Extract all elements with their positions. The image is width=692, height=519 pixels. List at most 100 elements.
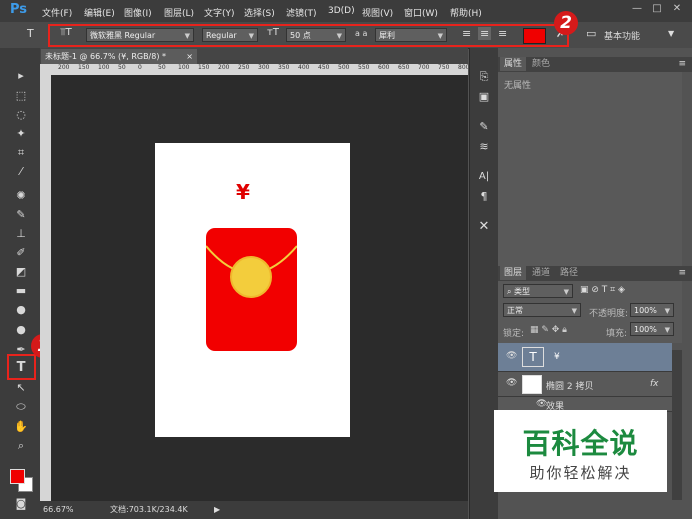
foreground-color-swatch[interactable] <box>10 469 25 484</box>
brush-panel-icon[interactable]: ✎ <box>477 120 491 134</box>
move-tool-icon[interactable]: ▸ <box>12 68 30 84</box>
quick-select-tool-icon[interactable]: ✦ <box>12 126 30 142</box>
ruler-mark: 550 <box>358 64 370 71</box>
menu-window[interactable]: 窗口(W) <box>404 6 438 19</box>
watermark-title: 百科全说 <box>522 427 639 460</box>
layer-name[interactable]: ¥ <box>554 352 560 362</box>
history-panel-icon[interactable]: ⎘ <box>477 70 491 84</box>
path-select-tool-icon[interactable]: ↖ <box>12 380 30 396</box>
menu-3d[interactable]: 3D(D) <box>328 6 355 16</box>
close-icon[interactable]: ✕ <box>668 3 686 17</box>
visibility-eye-icon[interactable]: 👁︎ <box>506 378 517 388</box>
ruler-mark: 100 <box>178 64 190 71</box>
layer-row-text[interactable]: 👁︎ T ¥ <box>498 343 672 372</box>
text-layer-thumbnail-icon: T <box>522 347 544 367</box>
marquee-tool-icon[interactable]: ⬚ <box>12 88 30 104</box>
watermark-subtitle: 助你轻松解决 <box>529 464 632 482</box>
ruler-mark: 450 <box>318 64 330 71</box>
brush-presets-icon[interactable]: ≋ <box>477 140 491 154</box>
workspace-label[interactable]: 基本功能 <box>604 29 640 42</box>
layer-name[interactable]: 椭圆 2 拷贝 <box>546 379 593 392</box>
fill-input[interactable]: 100% ▼ <box>630 322 674 336</box>
status-bar: 66.67% 文档:703.1K/234.4K ▶ <box>40 501 468 519</box>
type-tool-highlight-box <box>7 354 36 380</box>
eraser-tool-icon[interactable]: ◩ <box>12 264 30 280</box>
menu-edit[interactable]: 编辑(E) <box>84 6 115 19</box>
close-tab-icon[interactable]: × <box>186 49 193 64</box>
zoom-level[interactable]: 66.67% <box>43 501 74 519</box>
shape-layer-thumbnail-icon <box>522 375 542 394</box>
status-menu-arrow-icon[interactable]: ▶ <box>214 501 220 519</box>
menu-file[interactable]: 文件(F) <box>42 6 72 19</box>
opacity-input[interactable]: 100% ▼ <box>630 303 674 317</box>
gold-coin-shape[interactable] <box>230 256 272 298</box>
tools-panel: ▸ ⬚ ◌ ✦ ⌗ ⁄ ✺ ✎ ⊥ ✐ ◩ ▬ ● ● ✒ T ↖ ⬭ ✋ ⌕ … <box>0 48 41 519</box>
hand-tool-icon[interactable]: ✋ <box>12 419 30 435</box>
crop-tool-icon[interactable]: ⌗ <box>12 145 30 161</box>
minimize-icon[interactable]: — <box>628 3 646 17</box>
ruler-mark: 150 <box>198 64 210 71</box>
layer-filter-icons[interactable]: ▣ ⊘ T ⌗ ◈ <box>580 285 625 295</box>
menu-select[interactable]: 选择(S) <box>244 6 275 19</box>
ruler-mark: 700 <box>418 64 430 71</box>
gradient-tool-icon[interactable]: ▬ <box>12 283 30 299</box>
menu-image[interactable]: 图像(I) <box>124 6 152 19</box>
tools-panel-icon[interactable]: ✕ <box>477 220 491 234</box>
lasso-tool-icon[interactable]: ◌ <box>12 107 30 123</box>
tab-paths[interactable]: 路径 <box>556 266 582 280</box>
layer-row-ellipse[interactable]: 👁︎ 椭圆 2 拷贝 fx <box>498 372 672 397</box>
tab-channels[interactable]: 通道 <box>528 266 554 280</box>
blur-tool-icon[interactable]: ● <box>12 302 30 318</box>
visibility-eye-icon[interactable]: 👁︎ <box>506 351 517 361</box>
brush-tool-icon[interactable]: ✎ <box>12 207 30 223</box>
layer-fx-icon[interactable]: fx <box>650 379 659 389</box>
dodge-tool-icon[interactable]: ● <box>12 322 30 338</box>
layers-scrollbar[interactable] <box>672 350 682 500</box>
character-panel-icon[interactable]: A| <box>477 170 491 184</box>
document-size: 文档:703.1K/234.4K <box>110 505 188 514</box>
fill-label: 填充: <box>606 329 628 339</box>
paragraph-panel-icon[interactable]: ¶ <box>477 190 491 204</box>
ruler-mark: 650 <box>398 64 410 71</box>
menu-view[interactable]: 视图(V) <box>362 6 393 19</box>
ruler-mark: 50 <box>118 64 126 71</box>
ruler-mark: 600 <box>378 64 390 71</box>
menu-type[interactable]: 文字(Y) <box>204 6 235 19</box>
layers-controls: ⌕ 类型 ▼ ▣ ⊘ T ⌗ ◈ 正常 ▼ 不透明度: 100% ▼ 锁定: ▦ ✎ … <box>498 281 682 343</box>
menu-layer[interactable]: 图层(L) <box>164 6 194 19</box>
layer-filter-select[interactable]: ⌕ 类型 ▼ <box>503 284 573 298</box>
ruler-mark: 0 <box>138 64 142 71</box>
lock-icons[interactable]: ▦ ✎ ✥ 🔒︎ <box>530 325 567 335</box>
options-highlight-box <box>48 24 569 47</box>
tab-color[interactable]: 颜色 <box>528 57 554 71</box>
tab-layers[interactable]: 图层 <box>500 266 527 280</box>
maximize-icon[interactable]: □ <box>648 3 666 17</box>
ruler-mark: 200 <box>218 64 230 71</box>
ellipse-tool-icon[interactable]: ⬭ <box>12 399 30 415</box>
step-badge-2: 2 <box>554 11 578 35</box>
ruler-mark: 50 <box>158 64 166 71</box>
panel-menu-icon[interactable]: ≡ <box>678 59 686 69</box>
tab-properties[interactable]: 属性 <box>500 57 527 71</box>
menu-bar: Ps 文件(F) 编辑(E) 图像(I) 图层(L) 文字(Y) 选择(S) 滤… <box>0 0 692 22</box>
menu-filter[interactable]: 滤镜(T) <box>286 6 317 19</box>
menu-help[interactable]: 帮助(H) <box>450 6 482 19</box>
ruler-mark: 250 <box>238 64 250 71</box>
workspace-dropdown-icon[interactable]: ▼ <box>668 29 674 38</box>
layers-menu-icon[interactable]: ≡ <box>678 268 686 278</box>
blend-mode-select[interactable]: 正常 ▼ <box>503 303 581 317</box>
quick-mask-icon[interactable]: ◙ <box>12 496 30 512</box>
actions-panel-icon[interactable]: ▣ <box>477 90 491 104</box>
zoom-tool-icon[interactable]: ⌕ <box>12 438 30 454</box>
healing-tool-icon[interactable]: ✺ <box>12 188 30 204</box>
photoshop-logo: Ps <box>10 2 28 17</box>
eyedropper-tool-icon[interactable]: ⁄ <box>12 164 30 180</box>
stamp-tool-icon[interactable]: ⊥ <box>12 226 30 242</box>
document-tab[interactable]: 未标题-1 @ 66.7% (¥, RGB/8) * × <box>41 49 197 64</box>
ruler-mark: 200 <box>58 64 70 71</box>
ruler-mark: 300 <box>258 64 270 71</box>
type-tool-preset-icon[interactable]: T <box>27 27 34 40</box>
history-brush-tool-icon[interactable]: ✐ <box>12 245 30 261</box>
yen-text-layer[interactable]: ¥ <box>236 180 250 204</box>
properties-panel-header: 属性 颜色 ≡ <box>498 57 692 72</box>
